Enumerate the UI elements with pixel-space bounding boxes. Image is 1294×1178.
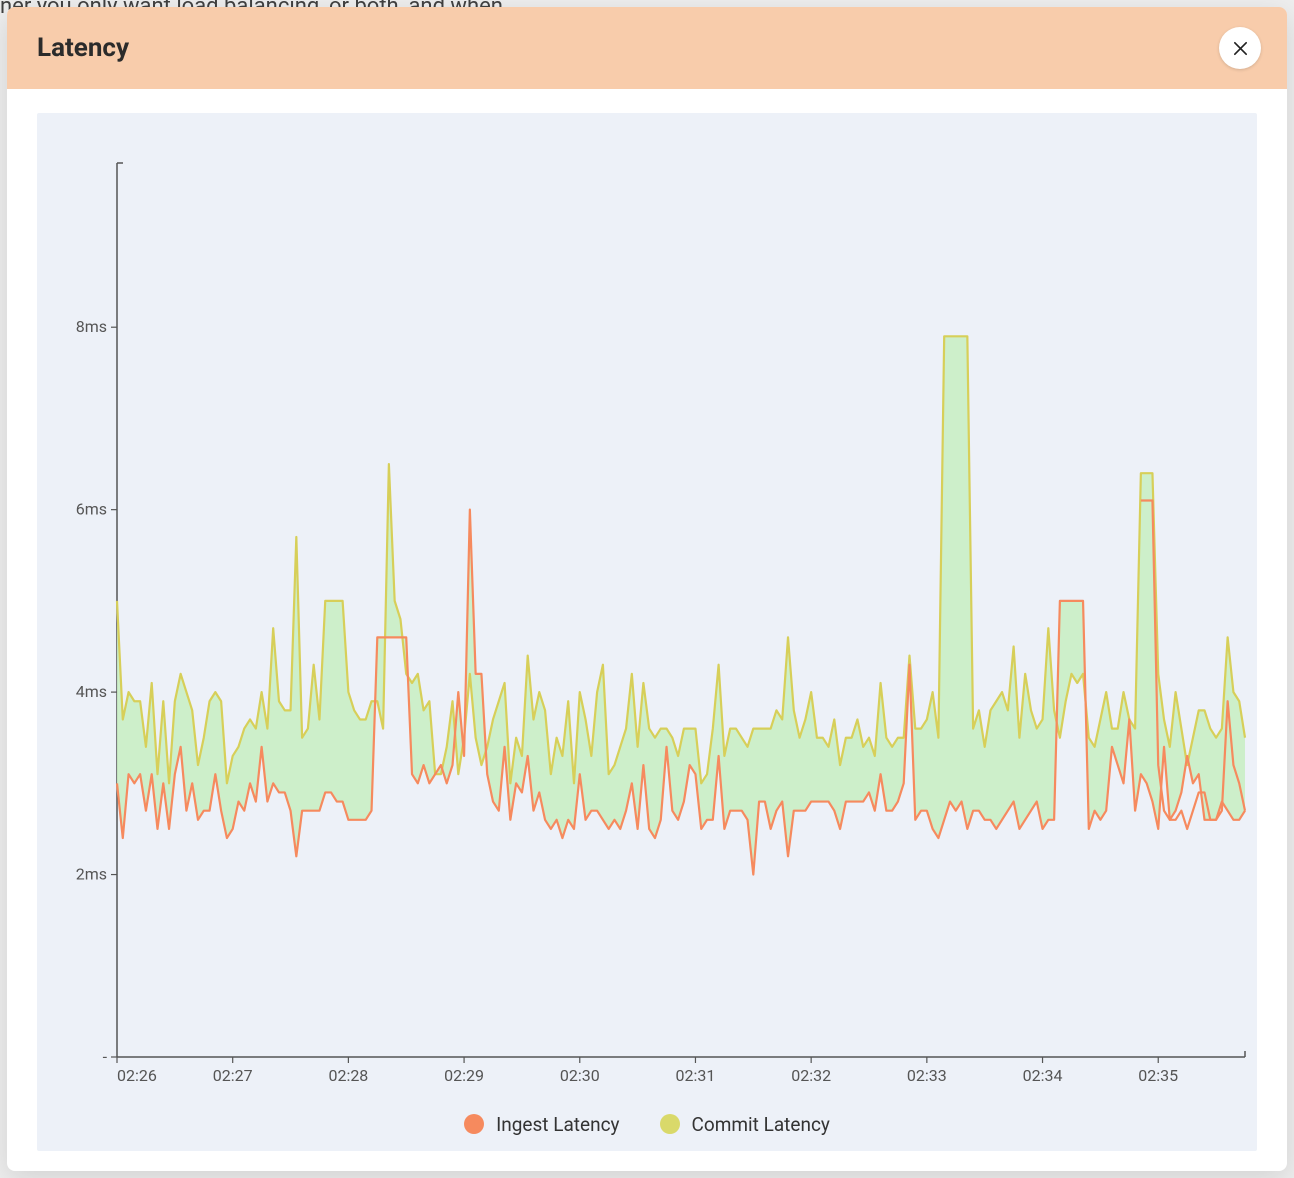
legend-swatch-ingest — [464, 1114, 484, 1134]
close-button[interactable] — [1219, 27, 1261, 69]
legend-item-commit[interactable]: Commit Latency — [660, 1113, 830, 1136]
legend-swatch-commit — [660, 1114, 680, 1134]
legend-label-commit: Commit Latency — [692, 1113, 830, 1136]
chart-area[interactable]: 2ms 4ms 6ms 8ms -02:26 02:27 02:28 02:29 02:30 02… — [37, 113, 1257, 1097]
svg-text:02:32: 02:32 — [791, 1066, 831, 1085]
close-icon — [1232, 40, 1249, 57]
legend-label-ingest: Ingest Latency — [496, 1113, 619, 1136]
svg-text:02:34: 02:34 — [1023, 1066, 1063, 1085]
modal-body: 2ms 4ms 6ms 8ms -02:26 02:27 02:28 02:29 02:30 02… — [7, 89, 1287, 1171]
svg-text:8ms: 8ms — [76, 317, 107, 336]
modal-header: Latency — [7, 7, 1287, 89]
svg-text:02:30: 02:30 — [560, 1066, 600, 1085]
svg-text:02:26: 02:26 — [117, 1066, 157, 1085]
svg-text:2ms: 2ms — [76, 865, 107, 884]
svg-text:02:29: 02:29 — [444, 1066, 484, 1085]
svg-text:6ms: 6ms — [76, 500, 107, 519]
latency-modal: Latency 2ms 4ms 6ms 8ms -02:26 02:27 02:28 02:2… — [7, 7, 1287, 1171]
svg-text:02:35: 02:35 — [1138, 1066, 1178, 1085]
latency-chart: 2ms 4ms 6ms 8ms -02:26 02:27 02:28 02:29 02:30 02… — [37, 113, 1257, 1097]
svg-text:02:31: 02:31 — [676, 1066, 716, 1085]
chart-legend: Ingest Latency Commit Latency — [37, 1097, 1257, 1151]
modal-title: Latency — [37, 33, 129, 63]
svg-text:02:33: 02:33 — [907, 1066, 947, 1085]
svg-text:4ms: 4ms — [76, 682, 107, 701]
svg-text:-: - — [103, 1047, 108, 1066]
svg-text:02:28: 02:28 — [328, 1066, 368, 1085]
legend-item-ingest[interactable]: Ingest Latency — [464, 1113, 619, 1136]
svg-text:02:27: 02:27 — [213, 1066, 253, 1085]
chart-panel: 2ms 4ms 6ms 8ms -02:26 02:27 02:28 02:29 02:30 02… — [37, 113, 1257, 1151]
